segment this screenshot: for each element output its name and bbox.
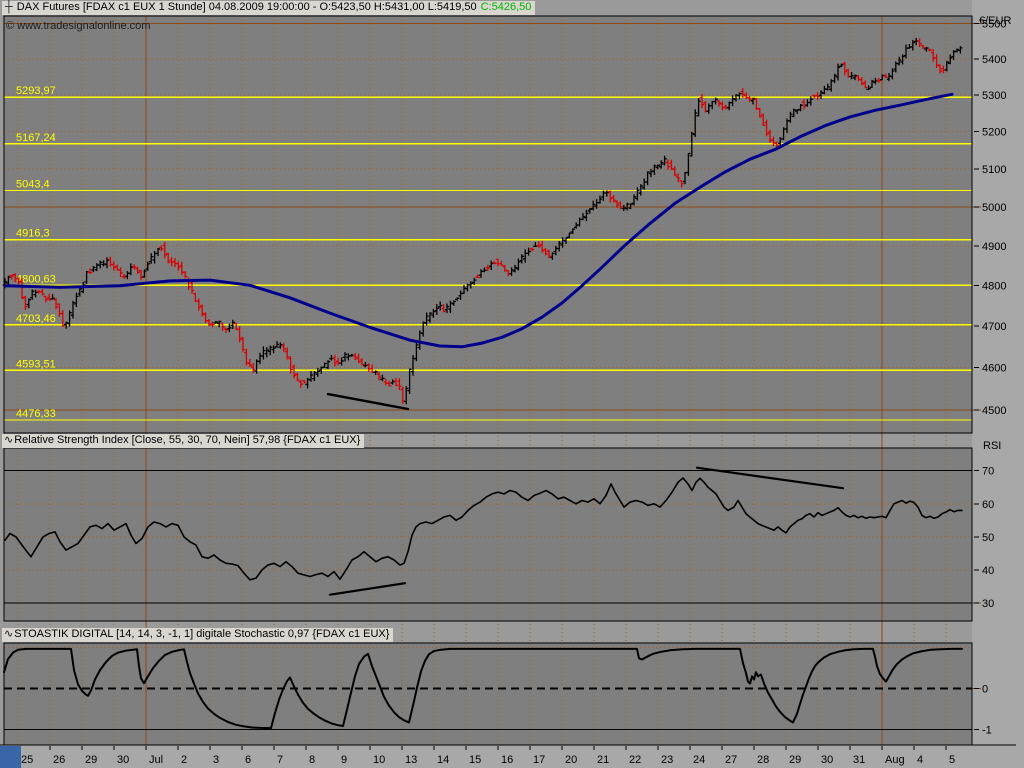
rsi-tick-label: 50 (982, 532, 994, 544)
price-tick-label: 4700 (982, 321, 1006, 333)
date-tick-label: 30 (821, 754, 833, 766)
bar-tool-icon: ┼ (5, 1, 13, 13)
date-tick-label: 16 (501, 754, 513, 766)
date-tick-label: 29 (85, 754, 97, 766)
date-tick-label: 23 (661, 754, 673, 766)
date-tick-label: 9 (341, 754, 347, 766)
date-tick-label: 15 (469, 754, 481, 766)
date-tick-label: 13 (405, 754, 417, 766)
rsi-panel-header[interactable]: ∿Relative Strength Index [Close, 55, 30,… (2, 434, 365, 448)
watermark: © www.tradesignalonline.com (6, 20, 151, 32)
date-tick-label: 17 (533, 754, 545, 766)
date-tick-label: Aug (885, 754, 905, 766)
price-tick-label: 5200 (982, 127, 1006, 139)
chart-canvas[interactable]: 5293,975167,245043,44916,34800,634703,46… (0, 0, 1024, 768)
level-label: 5043,4 (16, 179, 50, 191)
date-tick-label: Jul (149, 754, 163, 766)
stoch-tick-label: -1 (982, 724, 992, 736)
stoch-panel-header[interactable]: ∿STOASTIK DIGITAL [14, 14, 3, -1, 1] dig… (2, 628, 394, 642)
price-tick-label: 4800 (982, 281, 1006, 293)
price-tick-label: 5400 (982, 54, 1006, 66)
date-tick-label: 25 (21, 754, 33, 766)
date-tick-label: 30 (117, 754, 129, 766)
rsi-tick-label: 60 (982, 499, 994, 511)
date-tick-label: 21 (597, 754, 609, 766)
rsi-tick-label: 40 (982, 565, 994, 577)
rsi-axis-title: RSI (983, 440, 1002, 452)
date-tick-label: 8 (309, 754, 315, 766)
stoch-tick-label: 0 (982, 684, 988, 696)
date-tick-label: 6 (245, 754, 251, 766)
price-axis-title: €/EUR (979, 15, 1012, 27)
price-tick-label: 5100 (982, 164, 1006, 176)
price-tick-label: 4500 (982, 405, 1006, 417)
price-tick-label: 4600 (982, 363, 1006, 375)
chart-window: 5293,97 5167,24 5043,4 4916,3 4800,63 4703,46… (0, 0, 1024, 768)
date-tick-label: 5 (949, 754, 955, 766)
level-label: 4703,46 (16, 313, 56, 325)
corner-scroll-box[interactable] (0, 746, 21, 768)
date-tick-label: 24 (693, 754, 705, 766)
date-tick-label: 4 (917, 754, 923, 766)
rsi-header-text: Relative Strength Index [Close, 55, 30, … (14, 434, 361, 446)
price-tick-label: 5000 (982, 202, 1006, 214)
wave-icon: ∿ (4, 628, 14, 640)
stoch-header-text: STOASTIK DIGITAL [14, 14, 3, -1, 1] digi… (14, 628, 390, 640)
date-tick-label: 2 (181, 754, 187, 766)
date-tick-label: 14 (437, 754, 449, 766)
price-tick-label: 5300 (982, 90, 1006, 102)
level-label: 4476,33 (16, 408, 56, 420)
date-tick-label: 29 (789, 754, 801, 766)
date-tick-label: 31 (853, 754, 865, 766)
level-label: 5293,97 (16, 85, 56, 97)
date-tick-label: 22 (629, 754, 641, 766)
date-tick-label: 26 (53, 754, 65, 766)
wave-icon: ∿ (4, 434, 14, 446)
date-tick-label: 7 (277, 754, 283, 766)
rsi-tick-label: 70 (982, 466, 994, 478)
title-bar[interactable]: ┼ DAX Futures [FDAX c1 EUX 1 Stunde] 04.0… (2, 1, 536, 15)
close-value: C:5426,50 (480, 1, 532, 13)
date-tick-label: 3 (213, 754, 219, 766)
level-label: 4916,3 (16, 228, 50, 240)
date-tick-label: 28 (757, 754, 769, 766)
date-tick-label: 20 (565, 754, 577, 766)
rsi-tick-label: 30 (982, 598, 994, 610)
level-label: 4593,51 (16, 358, 56, 370)
date-tick-label: 10 (373, 754, 385, 766)
level-label: 5167,24 (16, 132, 56, 144)
price-tick-label: 4900 (982, 241, 1006, 253)
title-text: DAX Futures [FDAX c1 EUX 1 Stunde] 04.08… (16, 1, 477, 13)
date-tick-label: 27 (725, 754, 737, 766)
